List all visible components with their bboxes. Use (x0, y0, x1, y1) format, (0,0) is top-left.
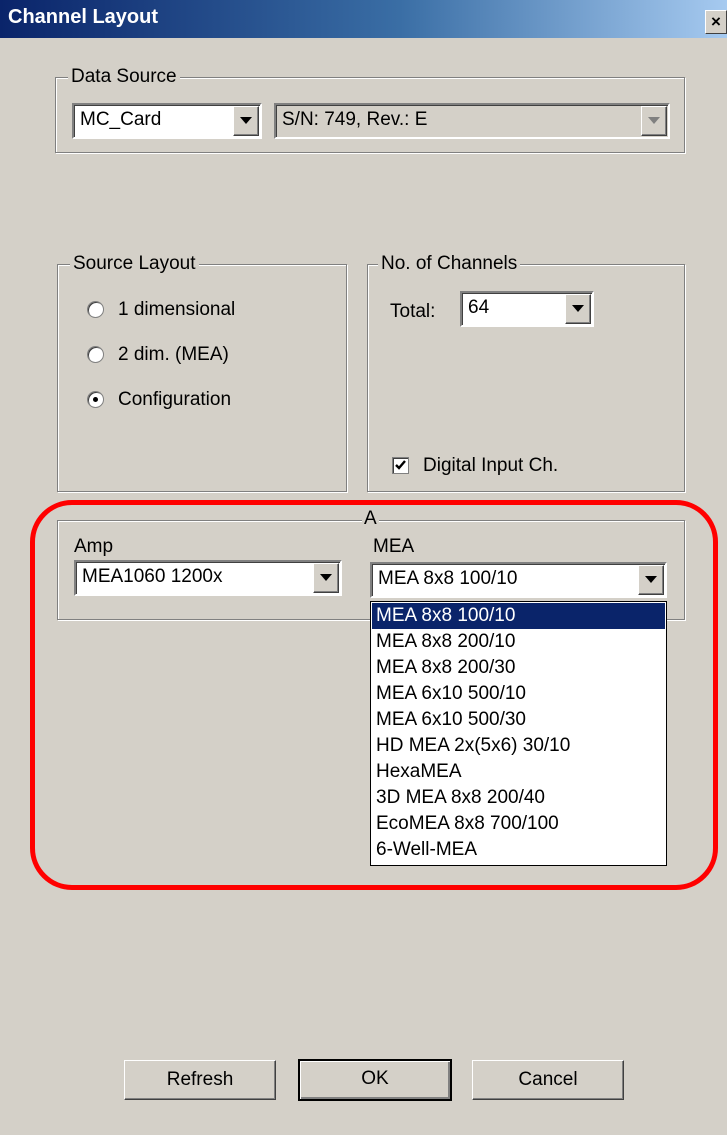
data-source-value: MC_Card (80, 109, 162, 130)
radio-2-dim-mea[interactable] (87, 346, 104, 363)
total-label: Total: (390, 301, 436, 322)
refresh-button[interactable]: Refresh (124, 1060, 276, 1100)
radio-1-dimensional[interactable] (87, 301, 104, 318)
data-source-combo[interactable]: MC_Card (72, 103, 262, 139)
serial-combo: S/N: 749, Rev.: E (274, 103, 670, 139)
serial-value: S/N: 749, Rev.: E (282, 109, 428, 130)
digital-input-label[interactable]: Digital Input Ch. (423, 454, 558, 478)
radio-label-1-dimensional[interactable]: 1 dimensional (118, 298, 235, 322)
channels-legend: No. of Channels (378, 253, 521, 275)
chevron-down-icon (641, 106, 667, 136)
cancel-button[interactable]: Cancel (472, 1060, 624, 1100)
radio-configuration[interactable] (87, 391, 104, 408)
chevron-down-icon[interactable] (565, 294, 591, 324)
close-button[interactable]: × (705, 10, 727, 34)
red-highlight-annotation (30, 500, 718, 890)
data-source-legend: Data Source (68, 66, 180, 88)
total-channels-combo[interactable]: 64 (460, 291, 594, 327)
digital-input-checkbox[interactable] (392, 457, 409, 474)
radio-selected-dot (93, 397, 98, 402)
radio-label-configuration[interactable]: Configuration (118, 388, 231, 412)
source-layout-legend: Source Layout (70, 253, 199, 275)
window-title: Channel Layout (8, 6, 159, 28)
title-bar: Channel Layout (0, 0, 727, 38)
radio-label-2-dim-mea[interactable]: 2 dim. (MEA) (118, 343, 229, 367)
chevron-down-icon[interactable] (233, 106, 259, 136)
total-channels-value: 64 (468, 297, 490, 318)
ok-button[interactable]: OK (298, 1059, 452, 1101)
checkmark-icon (395, 460, 406, 470)
